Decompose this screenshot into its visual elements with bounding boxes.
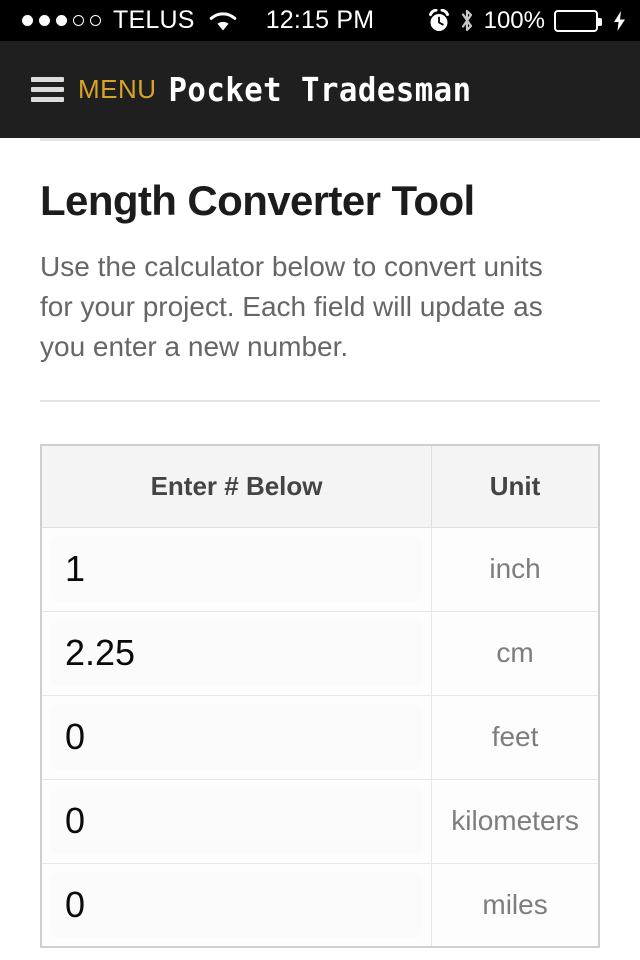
- length-converter-table: Enter # Below Unit inch cm fe: [40, 444, 600, 949]
- section-divider: [40, 400, 600, 403]
- table-header-row: Enter # Below Unit: [40, 444, 600, 528]
- alarm-clock-icon: [428, 8, 450, 33]
- value-cell-feet[interactable]: [40, 694, 433, 780]
- lightning-bolt-icon: [613, 10, 626, 32]
- column-header-unit: Unit: [431, 444, 600, 528]
- page-description: Use the calculator below to convert unit…: [40, 251, 543, 363]
- app-header-bar: MENU Pocket Tradesman: [0, 41, 640, 141]
- value-cell-inch[interactable]: [40, 526, 433, 612]
- value-cell-cm[interactable]: [40, 610, 433, 696]
- unit-label-miles: miles: [431, 862, 600, 948]
- table-row: inch: [40, 526, 600, 612]
- value-cell-kilometers[interactable]: [40, 778, 433, 864]
- status-bar-right: 100%: [428, 7, 626, 35]
- main-content: Length Converter Tool Use the calculator…: [0, 177, 640, 949]
- value-input-cm[interactable]: [50, 620, 424, 687]
- table-row: feet: [40, 694, 600, 780]
- table-body: inch cm feet kilometers: [40, 526, 600, 948]
- app-title: Pocket Tradesman: [168, 70, 472, 109]
- battery-icon: [554, 9, 602, 32]
- value-input-feet[interactable]: [50, 704, 424, 771]
- table-row: miles: [40, 862, 600, 948]
- bluetooth-icon: [459, 8, 475, 33]
- battery-percentage: 100%: [483, 6, 545, 34]
- column-header-value: Enter # Below: [40, 444, 433, 528]
- value-input-miles[interactable]: [50, 871, 424, 938]
- table-header: Enter # Below Unit: [40, 444, 600, 528]
- ios-status-bar: TELUS 12:15 PM 100%: [0, 0, 640, 41]
- unit-label-inch: inch: [431, 526, 600, 612]
- unit-label-kilometers: kilometers: [431, 778, 600, 864]
- table-row: kilometers: [40, 778, 600, 864]
- page-title: Length Converter Tool: [40, 177, 475, 224]
- value-cell-miles[interactable]: [40, 862, 433, 948]
- value-input-inch[interactable]: [50, 536, 424, 603]
- unit-label-cm: cm: [431, 610, 600, 696]
- battery-terminal: [598, 17, 602, 26]
- value-input-kilometers[interactable]: [50, 788, 424, 855]
- header-underline-divider: [40, 138, 600, 141]
- table-row: cm: [40, 610, 600, 696]
- unit-label-feet: feet: [431, 694, 600, 780]
